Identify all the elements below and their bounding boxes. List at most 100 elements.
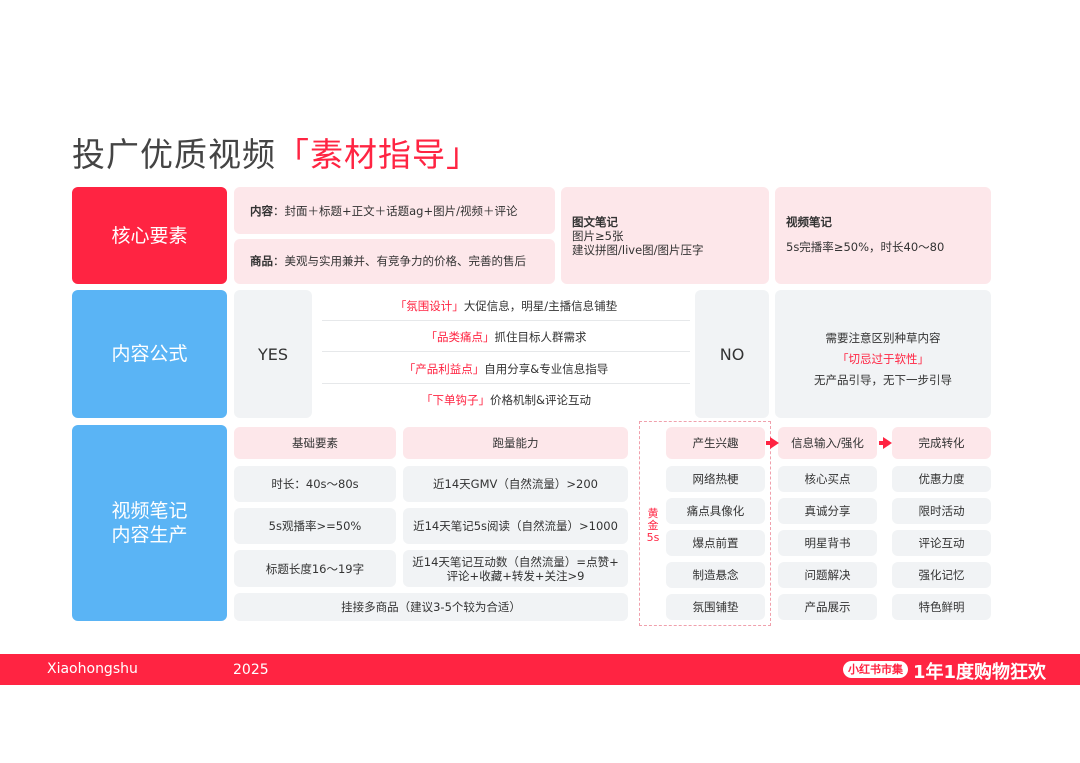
- leap-cell-3-line2: 评论+收藏+转发+关注>9: [446, 568, 585, 583]
- footer-year: 2025: [233, 662, 269, 678]
- no-line1: 需要注意区别种草内容: [825, 331, 941, 345]
- leap-cell-3: 近14天笔记互动数（自然流量）=点赞+ 评论+收藏+转发+关注>9: [403, 550, 628, 587]
- content-element-box: 内容：封面＋标题+正文＋话题ag+图片/视频＋评论: [234, 187, 555, 234]
- info-cell: 核心买点: [778, 466, 877, 492]
- no-text: NO: [719, 344, 745, 364]
- convert-header-text: 完成转化: [918, 436, 965, 450]
- content-key: 内容: [250, 204, 273, 218]
- basic-cell-1: 时长：40s～80s: [234, 466, 396, 502]
- core-elements-label: 核心要素: [72, 187, 227, 284]
- leap-header-text: 跑量能力: [492, 436, 539, 450]
- arrow-right-icon: [879, 437, 892, 449]
- info-cell: 问题解决: [778, 562, 877, 588]
- convert-cell: 评论互动: [892, 530, 991, 556]
- convert-cell: 强化记忆: [892, 562, 991, 588]
- basic-cell-3-text: 标题长度16～19字: [265, 561, 365, 576]
- video-note-title: 视频笔记: [786, 215, 832, 229]
- product-element-box: 商品：美观与实用兼并、有竞争力的价格、完善的售后: [234, 239, 555, 284]
- image-note-line2: 建议拼图/live图/图片压字: [572, 243, 704, 257]
- no-explain-box: 需要注意区别种草内容 「切忌过于软性」 无产品引导，无下一步引导: [775, 290, 991, 418]
- page-title: 投广优质视频「素材指导」: [72, 128, 480, 176]
- basic-header-text: 基础要素: [292, 436, 338, 450]
- leap-cell-2: 近14天笔记5s阅读（自然流量）>1000: [403, 508, 628, 544]
- convert-header: 完成转化: [892, 427, 991, 459]
- formula-key-3: 「产品利益点」: [403, 362, 485, 376]
- footer-brand: Xiaohongshu: [47, 661, 138, 677]
- no-line3: 无产品引导，无下一步引导: [814, 373, 952, 387]
- yes-box: YES: [234, 290, 312, 418]
- arrow-right-icon: [766, 437, 779, 449]
- info-cell: 明星背书: [778, 530, 877, 556]
- formula-item-1: 「氛围设计」 大促信息，明星/主播信息铺垫: [322, 292, 690, 321]
- footer-bar: Xiaohongshu 2025 小红书市集 1年1度购物狂欢: [0, 654, 1080, 685]
- info-cell: 产品展示: [778, 594, 877, 620]
- formula-text-1: 大促信息，明星/主播信息铺垫: [463, 299, 618, 313]
- multi-product-cell: 挂接多商品（建议3-5个较为合适）: [234, 593, 628, 621]
- info-header-text: 信息输入/强化: [791, 436, 864, 450]
- basic-cell-1-text: 时长：40s～80s: [271, 477, 359, 491]
- formula-text-4: 价格机制&评论互动: [490, 393, 591, 407]
- formula-item-4: 「下单钩子」 价格机制&评论互动: [322, 386, 690, 414]
- interest-cell: 网络热梗: [666, 466, 765, 492]
- interest-cell-text: 痛点具像化: [686, 504, 745, 518]
- leap-header: 跑量能力: [403, 427, 628, 459]
- golden-5s-label: 黄 金 5s: [645, 508, 661, 544]
- convert-cell-text: 强化记忆: [918, 568, 965, 582]
- formula-text-3: 自用分享&专业信息指导: [484, 362, 609, 376]
- footer-slogan: 1年1度购物狂欢: [913, 662, 1047, 683]
- logo-badge: 小红书市集: [843, 661, 908, 678]
- formula-item-3: 「产品利益点」 自用分享&专业信息指导: [322, 355, 690, 384]
- convert-cell: 特色鲜明: [892, 594, 991, 620]
- basic-cell-2: 5s观播率>=50%: [234, 508, 396, 544]
- formula-key-2: 「品类痛点」: [425, 330, 495, 344]
- interest-cell: 爆点前置: [666, 530, 765, 556]
- formula-key-4: 「下单钩子」: [421, 393, 491, 407]
- title-prefix: 投广优质视频: [72, 135, 276, 174]
- content-formula-text: 内容公式: [111, 343, 188, 365]
- basic-cell-3: 标题长度16～19字: [234, 550, 396, 587]
- leap-cell-1-text: 近14天GMV（自然流量）>200: [433, 477, 598, 491]
- info-cell-text: 问题解决: [804, 568, 851, 582]
- video-note-line1: 5s完播率≥50%，时长40～80: [786, 240, 945, 254]
- interest-cell: 制造悬念: [666, 562, 765, 588]
- content-value: ：封面＋标题+正文＋话题ag+图片/视频＋评论: [273, 204, 518, 218]
- convert-cell: 限时活动: [892, 498, 991, 524]
- video-production-line2: 内容生产: [111, 524, 188, 546]
- info-cell-text: 核心买点: [804, 472, 851, 486]
- convert-cell: 优惠力度: [892, 466, 991, 492]
- formula-text-2: 抓住目标人群需求: [494, 330, 587, 344]
- interest-header-text: 产生兴趣: [692, 436, 739, 450]
- leap-cell-1: 近14天GMV（自然流量）>200: [403, 466, 628, 502]
- convert-cell-text: 限时活动: [918, 504, 965, 518]
- title-accent: 「素材指导」: [276, 135, 480, 174]
- info-cell: 真诚分享: [778, 498, 877, 524]
- basic-cell-2-text: 5s观播率>=50%: [268, 519, 362, 533]
- image-note-line1: 图片≥5张: [572, 229, 624, 243]
- content-formula-label: 内容公式: [72, 290, 227, 418]
- leap-cell-2-text: 近14天笔记5s阅读（自然流量）>1000: [413, 519, 618, 533]
- convert-cell-text: 特色鲜明: [918, 600, 965, 614]
- basic-header: 基础要素: [234, 427, 396, 459]
- leap-cell-3-line1: 近14天笔记互动数（自然流量）=点赞+: [412, 554, 619, 569]
- interest-cell-text: 制造悬念: [692, 568, 739, 582]
- no-box: NO: [695, 290, 769, 418]
- image-note-title: 图文笔记: [572, 215, 618, 229]
- yes-text: YES: [257, 344, 289, 364]
- convert-cell-text: 评论互动: [918, 536, 965, 550]
- core-elements-text: 核心要素: [111, 224, 188, 247]
- product-value: ：美观与实用兼并、有竞争力的价格、完善的售后: [273, 254, 526, 268]
- golden-line3: 5s: [646, 531, 660, 544]
- product-key: 商品: [250, 254, 273, 268]
- interest-header: 产生兴趣: [666, 427, 765, 459]
- info-cell-text: 真诚分享: [804, 504, 851, 518]
- video-production-label: 视频笔记 内容生产: [72, 425, 227, 621]
- image-note-box: 图文笔记 图片≥5张 建议拼图/live图/图片压字: [561, 187, 769, 284]
- video-production-line1: 视频笔记: [111, 500, 188, 522]
- info-cell-text: 产品展示: [804, 600, 851, 614]
- interest-cell-text: 氛围铺垫: [692, 600, 739, 614]
- interest-cell-text: 爆点前置: [692, 536, 739, 550]
- formula-key-1: 「氛围设计」: [394, 299, 464, 313]
- info-header: 信息输入/强化: [778, 427, 877, 459]
- multi-product-text: 挂接多商品（建议3-5个较为合适）: [341, 600, 521, 614]
- formula-item-2: 「品类痛点」 抓住目标人群需求: [322, 323, 690, 352]
